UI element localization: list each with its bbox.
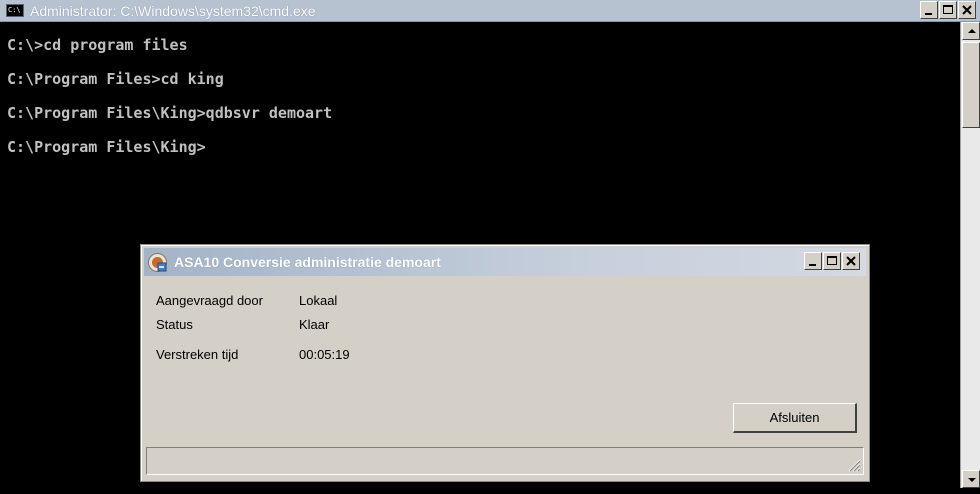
- console-window-title: Administrator: C:\Windows\system32\cmd.e…: [30, 3, 316, 19]
- scroll-down-button[interactable]: [962, 470, 980, 488]
- scroll-up-icon: [968, 29, 976, 33]
- application-icon: [148, 253, 167, 272]
- status-value: Klaar: [299, 317, 330, 332]
- console-title-bar[interactable]: C:\ Administrator: C:\Windows\system32\c…: [0, 0, 980, 22]
- resize-grip-icon[interactable]: [845, 456, 861, 472]
- elapsed-time-label: Verstreken tijd: [156, 347, 239, 362]
- maximize-icon: [827, 256, 837, 265]
- dialog-minimize-button[interactable]: [804, 252, 822, 270]
- status-bar: [146, 447, 864, 475]
- console-line: C:\Program Files\King>: [7, 138, 206, 156]
- dialog-close-button[interactable]: [842, 252, 860, 270]
- console-line: C:\Program Files\King>qdbsvr demoart: [7, 104, 333, 122]
- requested-by-label: Aangevraagd door: [156, 293, 263, 308]
- dialog-maximize-button[interactable]: [823, 252, 841, 270]
- console-icon-label: C:\: [8, 6, 21, 14]
- maximize-icon: [943, 5, 953, 14]
- minimize-icon: [925, 13, 932, 15]
- close-button[interactable]: [958, 1, 976, 19]
- conversion-dialog: ASA10 Conversie administratie demoart Aa…: [140, 244, 870, 482]
- minimize-icon: [809, 264, 816, 266]
- status-label: Status: [156, 317, 193, 332]
- maximize-button[interactable]: [939, 1, 957, 19]
- scroll-thumb[interactable]: [962, 42, 980, 128]
- dialog-title: ASA10 Conversie administratie demoart: [174, 254, 441, 270]
- dialog-title-bar[interactable]: ASA10 Conversie administratie demoart: [144, 248, 866, 276]
- scroll-up-button[interactable]: [962, 22, 980, 40]
- scroll-down-icon: [968, 478, 976, 482]
- console-window-controls: [920, 1, 980, 21]
- dialog-window-controls: [804, 252, 864, 272]
- vertical-scrollbar[interactable]: [960, 22, 980, 488]
- console-icon[interactable]: C:\: [6, 4, 24, 17]
- requested-by-value: Lokaal: [299, 293, 338, 308]
- console-line: C:\Program Files>cd king: [7, 70, 224, 88]
- elapsed-time-value: 00:05:19: [299, 347, 350, 362]
- console-line: C:\>cd program files: [7, 36, 188, 54]
- close-icon: [962, 5, 972, 15]
- close-icon: [846, 256, 856, 266]
- minimize-button[interactable]: [920, 1, 938, 19]
- close-dialog-button[interactable]: Afsluiten: [733, 403, 857, 433]
